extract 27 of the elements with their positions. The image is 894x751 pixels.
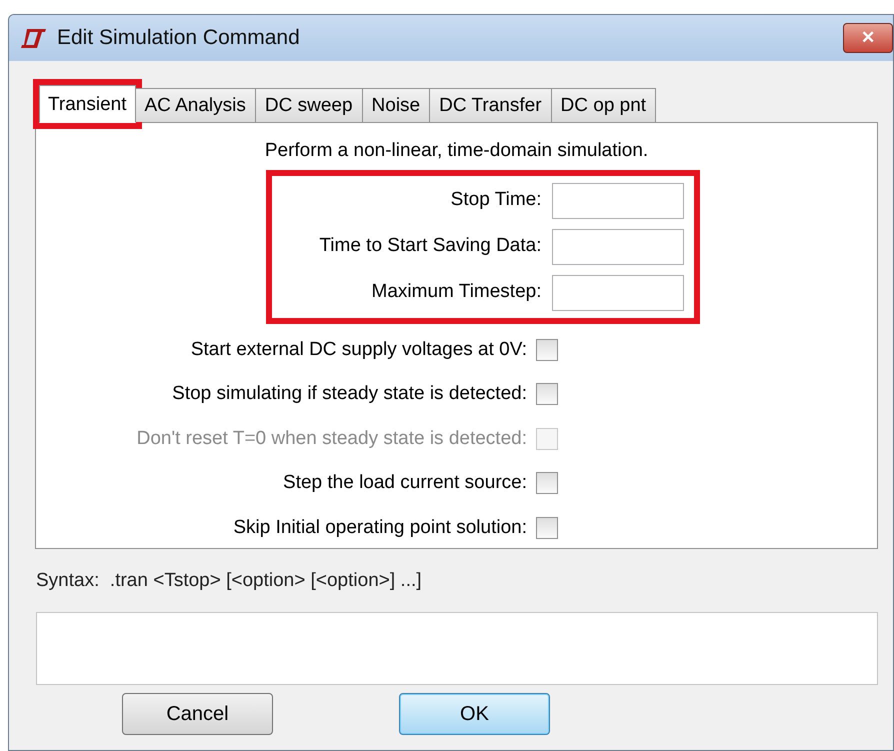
syntax-text: Syntax: .tran <Tstop> [<option> [<option>] ...]: [36, 569, 423, 593]
tab[interactable]: DC op pnt: [550, 88, 656, 122]
checkbox[interactable]: [536, 338, 558, 361]
checkbox[interactable]: [536, 516, 558, 539]
option-label: Stop simulating if steady state is detected:: [172, 382, 527, 406]
checkbox[interactable]: [536, 383, 558, 406]
input-field[interactable]: [552, 182, 684, 218]
field-label: Maximum Timestep:: [370, 280, 542, 304]
field-label: Time to Start Saving Data:: [318, 234, 542, 258]
dialog-button[interactable]: OK: [399, 692, 550, 734]
command-field[interactable]: [36, 612, 878, 684]
description-text: Perform a non-linear, time-domain simulation.: [264, 139, 648, 163]
checkbox[interactable]: [536, 472, 558, 494]
tab[interactable]: DC sweep: [254, 88, 363, 122]
option-label: Skip Initial operating point solution:: [233, 516, 527, 540]
option-label: Don't reset T=0 when steady state is detected:: [136, 426, 527, 450]
field-label: Stop Time:: [450, 188, 542, 212]
tab[interactable]: Noise: [362, 88, 430, 122]
window-title: Edit Simulation Command: [57, 25, 300, 52]
tab[interactable]: DC Transfer: [429, 88, 552, 122]
logo-icon: [19, 27, 47, 49]
tab[interactable]: AC Analysis: [134, 88, 256, 122]
option-label: Step the load current source:: [283, 471, 527, 495]
dialog-button[interactable]: Cancel: [122, 692, 273, 734]
input-field[interactable]: [552, 228, 684, 264]
option-label: Start external DC supply voltages at 0V:: [190, 338, 527, 362]
input-field[interactable]: [552, 274, 684, 310]
